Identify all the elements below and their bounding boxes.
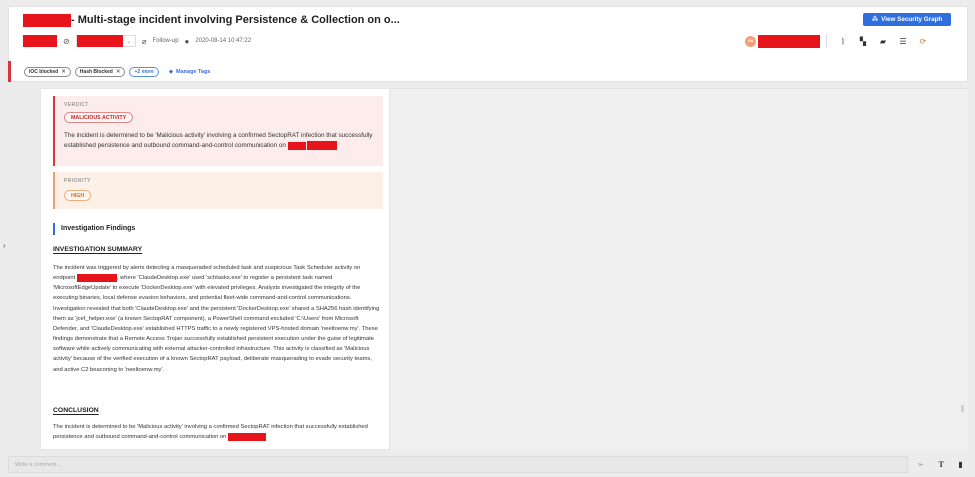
verdict-card: VERDICT MALICIOUS ACTIVITY The incident … [53, 96, 383, 166]
graph-icon: ⁂ [871, 16, 879, 23]
incident-timestamp: 2020-08-14 10:47:22 [195, 38, 252, 44]
conclusion-text: The incident is determined to be 'Malici… [53, 422, 383, 442]
tags-bar: IOC blocked ✕ Hash Blocked ✕ +2 more ◆ M… [8, 61, 968, 82]
redacted-owner [758, 34, 820, 48]
right-detail-panel [391, 88, 968, 450]
tag-label: Hash Blocked [79, 68, 113, 75]
verdict-badge: MALICIOUS ACTIVITY [64, 112, 134, 123]
priority-badge: HIGH [64, 190, 92, 201]
verdict-label: VERDICT [64, 102, 89, 108]
redacted-incident-id [23, 13, 71, 27]
toolbar-divider [826, 34, 827, 48]
title-row: - Multi-stage incident involving Persist… [23, 12, 400, 28]
more-tags-button[interactable]: +2 more [129, 66, 159, 77]
assignee-dropdown[interactable]: ⌄ [75, 35, 136, 47]
refresh-icon[interactable]: ⟳ [913, 37, 933, 46]
tag-label: IOC blocked [29, 68, 59, 75]
priority-card: PRIORITY HIGH [53, 172, 383, 209]
clock-icon: ● [184, 36, 190, 46]
incident-title: - Multi-stage incident involving Persist… [71, 14, 400, 26]
view-security-graph-label: View Security Graph [881, 16, 943, 23]
incident-details-panel: VERDICT MALICIOUS ACTIVITY The incident … [40, 88, 390, 450]
no-visibility-icon[interactable]: ⊘ [63, 37, 70, 46]
close-icon[interactable]: ✕ [61, 69, 66, 75]
priority-label: PRIORITY [64, 178, 91, 184]
text-format-icon[interactable]: T [938, 460, 943, 469]
redacted-assignee [76, 35, 123, 47]
conclusion-heading: CONCLUSION [53, 407, 99, 414]
rss-icon[interactable]: ᚱ [833, 37, 853, 46]
follow-up-icon[interactable]: ⌀ [142, 37, 147, 46]
redacted-host [228, 432, 266, 441]
tag-hash-blocked[interactable]: Hash Blocked ✕ [74, 66, 126, 77]
redacted-endpoint [76, 273, 117, 282]
redacted-host [307, 141, 338, 150]
chevron-down-icon: ⌄ [126, 38, 132, 45]
verdict-description: The incident is determined to be 'Malici… [64, 131, 376, 151]
expand-panel-chevron-icon[interactable]: › [3, 241, 6, 250]
investigation-summary-heading: INVESTIGATION SUMMARY [53, 246, 143, 253]
close-icon[interactable]: ✕ [116, 69, 121, 75]
conclusion-text-part: The incident is determined to be 'Malici… [53, 424, 368, 441]
scrollbar-thumb[interactable] [961, 405, 964, 412]
header-toolbar: ON ᚱ ▚ ▰ ☰ ⟳ [745, 34, 933, 48]
tag-ioc-blocked[interactable]: IOC blocked ✕ [24, 66, 71, 77]
manage-tags-link[interactable]: ◆ Manage Tags [169, 69, 211, 75]
investigation-summary-text: The incident was triggered by alerts det… [53, 263, 383, 375]
comment-input[interactable]: Write a comment... [8, 456, 908, 473]
investigation-findings-heading: Investigation Findings [53, 223, 135, 235]
redacted-status [23, 35, 57, 47]
comment-placeholder: Write a comment... [15, 461, 62, 468]
redacted-host [287, 141, 306, 150]
split-view-icon[interactable]: ▚ [853, 37, 873, 46]
comment-toolbar: ➢ T ▮ [910, 456, 970, 473]
summary-text-part: , where 'ClaudeDesktop.exe' used 'schtas… [53, 275, 380, 373]
avatar[interactable]: ON [745, 35, 756, 47]
tag-icon: ◆ [168, 68, 174, 75]
send-icon[interactable]: ➢ [917, 460, 924, 469]
incident-meta-row: ⊘ ⌄ ⌀ Follow-up ● 2020-08-14 10:47:22 [23, 34, 251, 48]
manage-tags-label: Manage Tags [176, 68, 211, 75]
folder-icon[interactable]: ▰ [873, 37, 893, 46]
list-icon[interactable]: ☰ [893, 37, 913, 46]
follow-up-label[interactable]: Follow-up [153, 38, 179, 44]
view-security-graph-button[interactable]: ⁂ View Security Graph [863, 13, 951, 26]
trash-icon[interactable]: ▮ [958, 460, 962, 469]
